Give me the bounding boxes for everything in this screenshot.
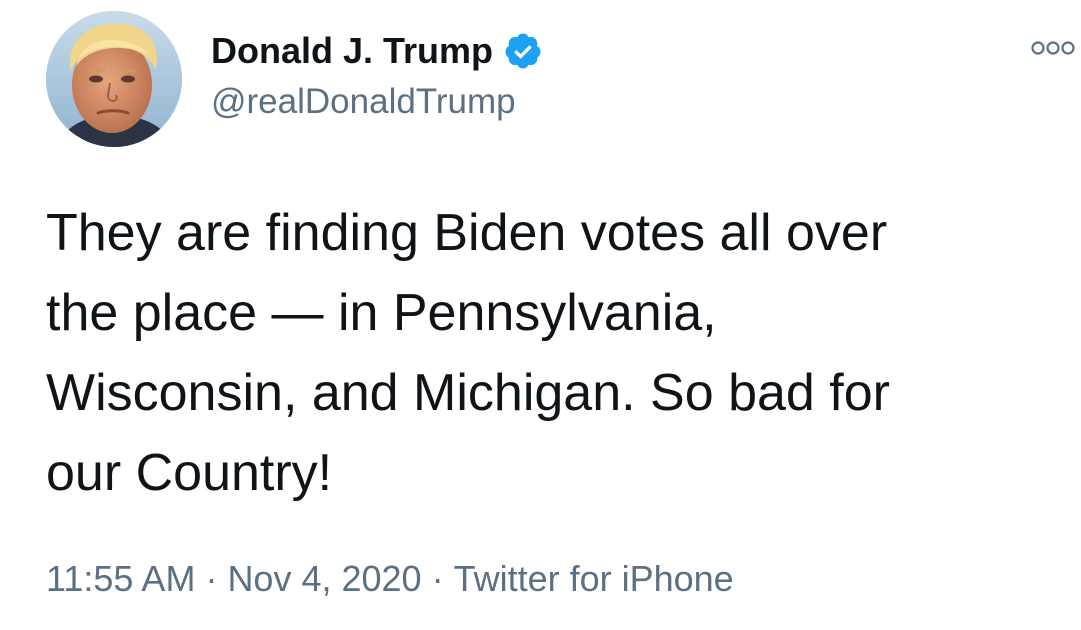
tweet-date[interactable]: Nov 4, 2020 [227,558,421,599]
more-options-icon[interactable] [1030,38,1076,58]
tweet-text-line: Wisconsin, and Michigan. So bad for [46,364,890,422]
tweet-text-line: They are finding Biden votes all over [46,204,888,262]
avatar[interactable] [46,11,182,147]
tweet-time[interactable]: 11:55 AM [46,558,195,599]
tweet-metadata: 11:55 AM · Nov 4, 2020 · Twitter for iPhone [46,558,734,600]
tweet-text-line: our Country! [46,444,333,502]
author-handle[interactable]: @realDonaldTrump [211,82,516,122]
meta-separator: · [431,558,444,599]
avatar-image [46,11,182,147]
author-display-name[interactable]: Donald J. Trump [211,30,493,72]
tweet: Donald J. Trump @realDonaldTrump They ar… [0,0,1081,630]
tweet-text: They are finding Biden votes all over th… [46,193,1056,513]
verified-badge-icon [503,31,543,71]
author-name-row: Donald J. Trump [211,26,543,76]
tweet-source-link[interactable]: Twitter for iPhone [454,558,734,599]
meta-separator: · [205,558,218,599]
tweet-text-line: the place — in Pennsylvania, [46,284,717,342]
